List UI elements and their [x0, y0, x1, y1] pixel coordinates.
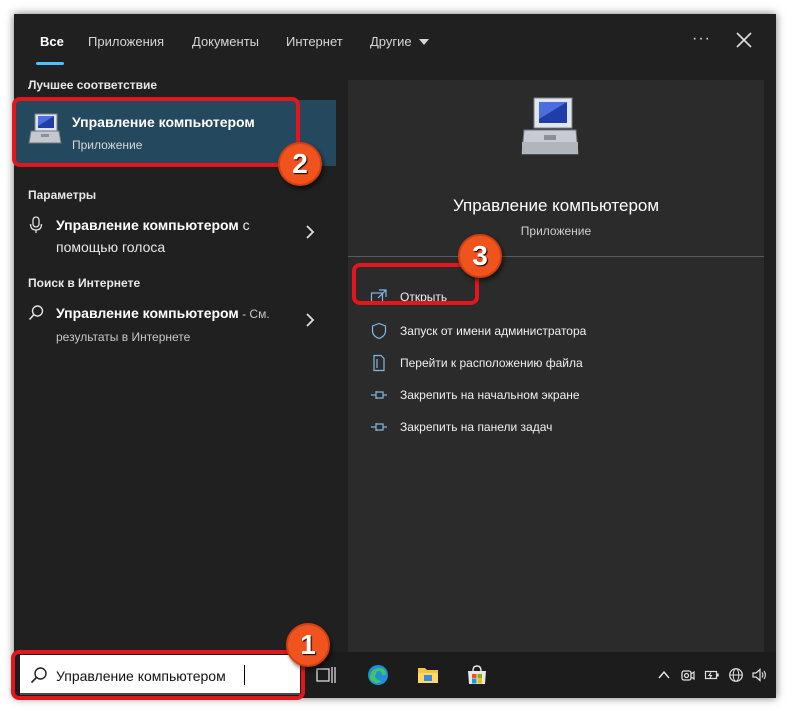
file-explorer-icon[interactable]: [416, 663, 440, 687]
chevron-right-icon[interactable]: [303, 224, 317, 240]
action-pin-taskbar[interactable]: Закрепить на панели задач: [370, 416, 730, 440]
close-icon[interactable]: [734, 30, 754, 50]
search-icon: [28, 305, 44, 321]
highlight-search-box: [11, 650, 305, 700]
settings-result-item[interactable]: Управление компьютером с помощью голоса: [14, 210, 336, 262]
store-icon[interactable]: [465, 663, 489, 687]
camera-icon[interactable]: [680, 667, 696, 683]
search-tab-bar: Все Приложения Документы Интернет Другие…: [14, 14, 776, 68]
action-open-file-location[interactable]: Перейти к расположению файла: [370, 352, 730, 376]
tab-web[interactable]: Интернет: [286, 34, 343, 49]
web-result-rest: - См.: [238, 307, 270, 321]
caret-down-icon: [419, 39, 430, 45]
best-match-heading: Лучшее соответствие: [28, 78, 158, 92]
detail-subtitle: Приложение: [520, 224, 592, 238]
tab-more-label: Другие: [370, 34, 412, 49]
volume-icon[interactable]: [751, 667, 767, 683]
step-badge-3: 3: [458, 234, 502, 278]
web-result-small: результаты в Интернете: [56, 330, 191, 344]
tab-more[interactable]: Другие: [370, 34, 430, 49]
highlight-open-action: [352, 263, 479, 305]
file-location-icon: [373, 354, 385, 372]
action-run-as-admin[interactable]: Запуск от имени администратора: [370, 320, 730, 344]
chevron-up-icon[interactable]: [656, 667, 672, 683]
step-badge-2: 2: [278, 142, 322, 186]
tab-documents[interactable]: Документы: [192, 34, 259, 49]
pin-icon: [371, 423, 387, 431]
step-badge-1: 1: [286, 623, 330, 667]
computer-management-icon: [521, 97, 579, 155]
settings-result-bold: Управление компьютером: [56, 217, 239, 233]
tab-apps[interactable]: Приложения: [88, 34, 164, 49]
web-result-text: Управление компьютером - См. результаты в…: [56, 302, 296, 348]
shield-icon: [371, 322, 387, 340]
ellipsis-icon[interactable]: ···: [692, 30, 711, 48]
action-pin-taskbar-label: Закрепить на панели задач: [400, 420, 553, 434]
action-pin-start[interactable]: Закрепить на начальном экране: [370, 384, 730, 408]
tab-all[interactable]: Все: [40, 34, 64, 49]
settings-heading: Параметры: [28, 188, 97, 202]
globe-icon[interactable]: [728, 667, 744, 683]
web-search-heading: Поиск в Интернете: [28, 276, 141, 290]
action-run-as-admin-label: Запуск от имени администратора: [400, 324, 587, 338]
settings-result-text: Управление компьютером с помощью голоса: [56, 214, 296, 258]
web-result-item[interactable]: Управление компьютером - См. результаты в…: [14, 298, 336, 350]
action-pin-start-label: Закрепить на начальном экране: [400, 388, 580, 402]
task-view-icon[interactable]: [314, 663, 338, 687]
detail-title: Управление компьютером: [452, 196, 660, 215]
battery-icon[interactable]: [704, 667, 720, 683]
chevron-right-icon[interactable]: [303, 312, 317, 328]
pin-icon: [371, 391, 387, 399]
edge-icon[interactable]: [366, 663, 390, 687]
highlight-best-match: [12, 97, 300, 167]
detail-divider: [348, 256, 764, 257]
microphone-icon: [29, 216, 43, 233]
active-tab-indicator: [36, 62, 64, 65]
action-open-file-location-label: Перейти к расположению файла: [400, 356, 583, 370]
web-result-bold: Управление компьютером: [56, 305, 239, 321]
details-pane: Управление компьютером Приложение Открыт…: [348, 80, 764, 652]
